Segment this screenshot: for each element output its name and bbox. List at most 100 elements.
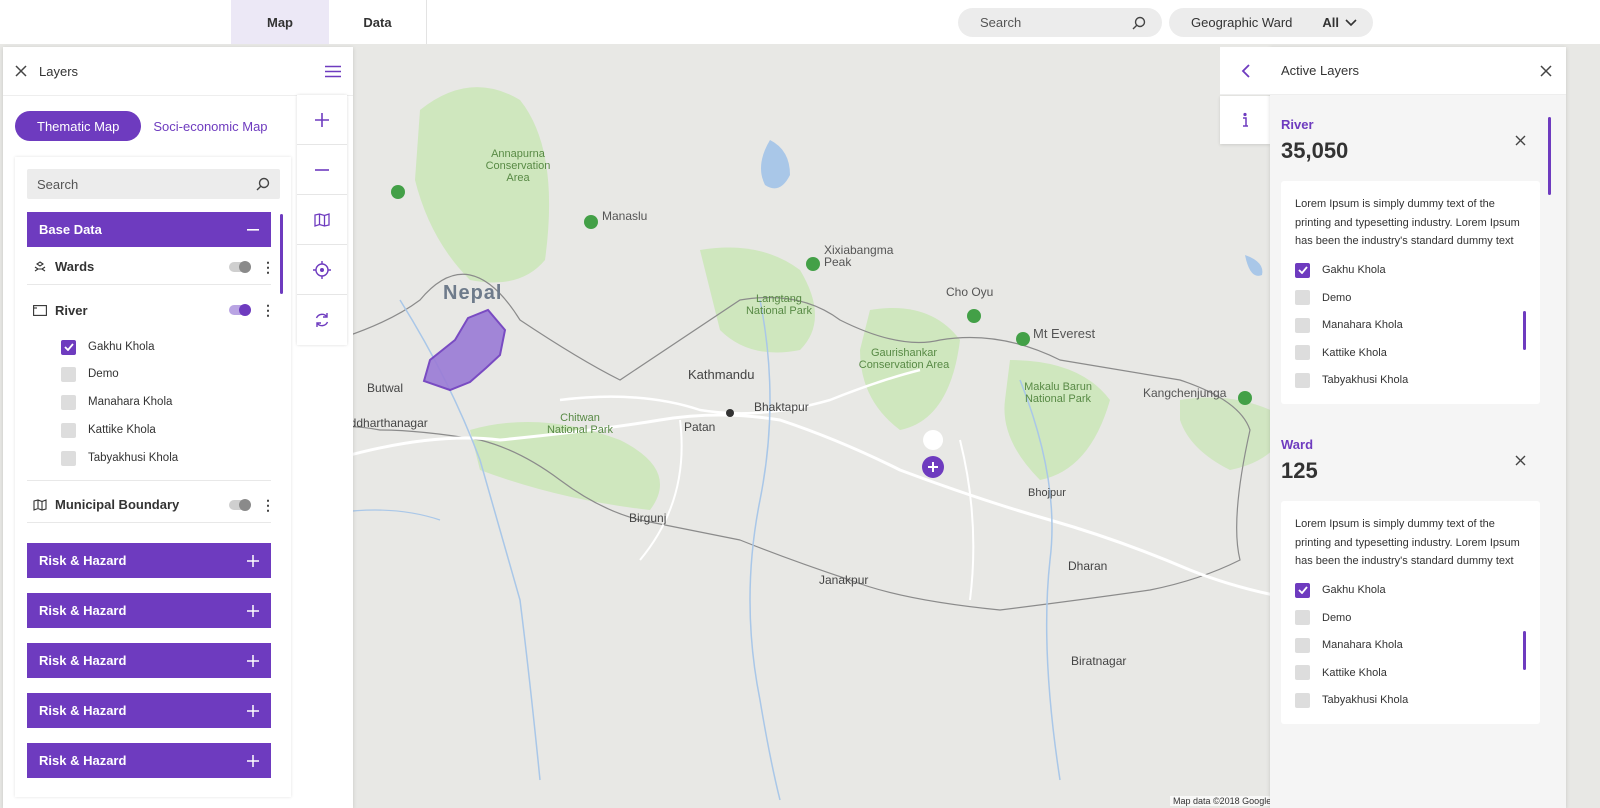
risk-hazard-group[interactable]: Risk & Hazard [27,693,271,728]
layer-item[interactable]: Gakhu Khola [1295,257,1526,285]
risk-hazard-group[interactable]: Risk & Hazard [27,593,271,628]
layer-item[interactable]: Tabyakhusi Khola [1295,687,1526,715]
map-park-label: Langtang National Park [745,293,813,317]
geographic-ward-select[interactable]: Geographic Ward All [1169,8,1373,37]
layer-row-municipal-boundary[interactable]: Municipal Boundary ⋮ [27,487,275,523]
checkbox-checked[interactable] [1295,262,1310,278]
tab-thematic-map[interactable]: Thematic Map [15,111,142,141]
layers-list: Search Base Data Wards ⋮ River ⋮ Gakhu K… [15,157,291,797]
layer-item[interactable]: Demo [1295,284,1526,312]
refresh-button[interactable] [297,295,347,345]
map-place-label: Birgunj [629,511,667,525]
layer-item-label: Gakhu Khola [1322,264,1386,277]
close-icon [1540,64,1552,77]
map-peak-label: Manaslu [602,209,648,223]
more-options-icon[interactable]: ⋮ [261,260,275,274]
tab-data[interactable]: Data [329,0,426,44]
layer-item[interactable]: Gakhu Khola [1295,577,1526,605]
checkbox[interactable] [1295,317,1310,333]
tab-socio-economic-map[interactable]: Soci-economic Map [141,111,279,141]
divider [27,480,271,481]
checkbox[interactable] [1295,372,1310,388]
menu-icon[interactable] [325,65,341,78]
map-icon [33,498,47,511]
card-scrollbar[interactable] [1523,311,1526,350]
checkbox[interactable] [61,366,76,382]
river-item-label: Manahara Khola [88,396,173,408]
tab-socio-economic-map-label: Soci-economic Map [153,118,268,134]
map-park-label: Gaurishankar Conservation Area [858,347,950,371]
more-options-icon[interactable]: ⋮ [261,303,275,317]
map-place-label: Kathmandu [688,367,755,382]
layer-item-label: Kattike Khola [1322,666,1387,679]
checkbox-checked[interactable] [1295,582,1310,598]
info-tab[interactable] [1220,96,1270,144]
remove-layer-button[interactable] [1515,453,1526,471]
back-button[interactable] [1220,63,1270,78]
layer-name: River [55,302,88,318]
section-value: 35,050 [1281,138,1349,163]
group-label: Risk & Hazard [39,603,127,618]
checkbox[interactable] [61,450,76,466]
river-item[interactable]: Tabyakhusi Khola [61,448,178,468]
top-bar: Map Data Search Geographic Ward All [0,0,1600,44]
checkbox[interactable] [1295,610,1310,626]
layer-item[interactable]: Tabyakhusi Khola [1295,367,1526,395]
risk-hazard-group[interactable]: Risk & Hazard [27,743,271,778]
card-scrollbar[interactable] [1523,631,1526,670]
map-park-label: Chitwan National Park [546,412,614,436]
active-layers-title: Active Layers [1281,63,1360,78]
zoom-in-button[interactable] [297,95,347,145]
layer-item[interactable]: Demo [1295,604,1526,632]
layer-item[interactable]: Kattike Khola [1295,659,1526,687]
locate-button[interactable] [297,245,347,295]
top-search-input[interactable]: Search [958,8,1162,37]
river-item[interactable]: Manahara Khola [61,392,172,412]
remove-layer-button[interactable] [1515,133,1526,151]
map-peak-label: Cho Oyu [946,285,994,299]
search-icon [1132,16,1146,29]
more-options-icon[interactable]: ⋮ [261,498,275,512]
checkbox[interactable] [1295,665,1310,681]
layer-item[interactable]: Manahara Khola [1295,312,1526,340]
layer-description: Lorem Ipsum is simply dummy text of the … [1295,198,1520,247]
checkbox[interactable] [1295,637,1310,653]
river-item[interactable]: Kattike Khola [61,420,156,440]
layer-name: Wards [55,259,95,274]
map-peak-label: Xixiabangma Peak [824,243,894,269]
checkbox[interactable] [61,394,76,410]
map-place-label: Janakpur [819,573,869,587]
checkbox-checked[interactable] [61,339,76,355]
layers-scrollbar[interactable] [280,214,283,294]
checkbox[interactable] [1295,290,1310,306]
layer-item-label: Tabyakhusi Khola [1322,374,1409,387]
layer-item[interactable]: Manahara Khola [1295,632,1526,660]
layer-item-label: Demo [1322,291,1352,304]
layer-item[interactable]: Kattike Khola [1295,339,1526,367]
checkbox[interactable] [61,422,76,438]
tab-map[interactable]: Map [231,0,329,44]
layers-search-input[interactable]: Search [27,169,280,199]
checkbox[interactable] [1295,692,1310,708]
layer-toggle[interactable] [229,304,251,316]
risk-hazard-group[interactable]: Risk & Hazard [27,543,271,578]
tab-divider [426,0,427,44]
close-icon[interactable] [15,65,27,77]
checkbox[interactable] [1295,345,1310,361]
close-button[interactable] [1526,64,1566,77]
river-item[interactable]: Demo [61,364,119,384]
map-view-button[interactable] [297,195,347,245]
layer-toggle[interactable] [229,498,251,511]
group-label: Risk & Hazard [39,553,127,568]
expand-icon [247,754,259,767]
refresh-icon [315,313,329,327]
zoom-out-button[interactable] [297,145,347,195]
risk-hazard-group[interactable]: Risk & Hazard [27,643,271,678]
layer-row-river[interactable]: River ⋮ [27,292,275,328]
layer-toggle[interactable] [229,260,251,273]
active-layers-scrollbar[interactable] [1548,117,1551,195]
base-data-header[interactable]: Base Data [27,212,271,247]
layer-name: Municipal Boundary [55,497,180,512]
layer-row-wards[interactable]: Wards ⋮ [27,249,275,285]
river-item[interactable]: Gakhu Khola [61,337,155,357]
